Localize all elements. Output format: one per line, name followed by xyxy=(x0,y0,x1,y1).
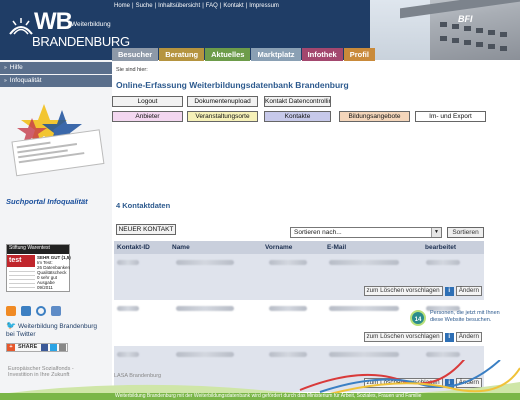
redacted-cell xyxy=(426,352,460,357)
contact-count: 4 Kontaktdaten xyxy=(116,201,171,210)
logo-wb: WB xyxy=(34,8,73,35)
logo-subtitle: Weiterbildung xyxy=(71,21,111,28)
logout-button[interactable]: Logout xyxy=(112,96,183,107)
page-title: Online-Erfassung Weiterbildungsdatenbank… xyxy=(116,80,349,90)
top-link-separator: | xyxy=(154,3,157,9)
logo-brand: BRANDENBURG xyxy=(32,34,130,49)
redacted-cell xyxy=(329,352,399,357)
rss-icon[interactable] xyxy=(6,306,16,316)
visitor-count-badge: 14 xyxy=(410,310,426,326)
sidebar-item-label: Infoqualität xyxy=(9,77,42,84)
twitter-icon[interactable] xyxy=(50,344,58,351)
top-link-5[interactable]: Impressum xyxy=(249,3,279,9)
redacted-cell xyxy=(426,260,460,265)
section-button-3[interactable]: Bildungsangebote xyxy=(339,111,410,122)
arrow-icon: » xyxy=(4,78,7,84)
redacted-cell xyxy=(176,260,234,265)
esf-label: Europäischer Sozialfonds - Investition i… xyxy=(8,366,74,378)
stiftung-header: Stiftung Warentest xyxy=(7,245,69,254)
top-link-1[interactable]: Suche xyxy=(136,3,153,9)
search-icon[interactable] xyxy=(36,306,46,316)
redacted-cell xyxy=(329,306,399,311)
top-link-0[interactable]: Home xyxy=(114,3,130,9)
redacted-cell xyxy=(329,260,399,265)
share-plus-icon: + xyxy=(7,344,15,351)
top-link-separator: | xyxy=(132,3,134,9)
col-header-id[interactable]: Kontakt-ID xyxy=(114,241,172,254)
accessibility-icon[interactable] xyxy=(21,306,31,316)
col-header-edited[interactable]: bearbeitet xyxy=(425,241,483,254)
site-logo[interactable]: WB Weiterbildung BRANDENBURG xyxy=(6,6,130,52)
sidebar-item-1[interactable]: » Infoqualität xyxy=(0,75,112,87)
lasa-label: LASA Brandenburg xyxy=(114,373,162,379)
top-link-2[interactable]: Inhaltsübersicht xyxy=(158,3,200,9)
edit-button[interactable]: Ändern xyxy=(455,332,482,342)
twitter-bird-icon: 🐦 xyxy=(6,321,16,330)
footer-strip: Weiterbildung Brandenburg mit der Weiter… xyxy=(0,393,520,400)
sidebar-item-label: Hilfe xyxy=(9,64,23,71)
top-link-separator: | xyxy=(245,3,248,9)
building-sign: BFI xyxy=(458,14,473,24)
new-contact-button[interactable]: NEUER KONTAKT xyxy=(116,224,176,235)
email-icon[interactable] xyxy=(59,344,67,351)
suggest-delete-button[interactable]: zum Löschen vorschlagen xyxy=(363,286,443,296)
facebook-icon[interactable] xyxy=(41,344,49,351)
redacted-cell xyxy=(117,306,139,311)
sort-select[interactable]: Sortieren nach... ▼ xyxy=(290,227,442,238)
contact-datacontrolling-button[interactable]: Kontakt Datencontrolling xyxy=(264,96,331,107)
share-label: SHARE xyxy=(18,344,38,350)
section-button-0[interactable]: Anbieter xyxy=(112,111,183,122)
top-link-separator: | xyxy=(202,3,204,9)
infoquality-logo[interactable] xyxy=(4,98,108,206)
suggest-delete-button[interactable]: zum Löschen vorschlagen xyxy=(363,332,443,342)
visitor-text: Personen, die jetzt mit Ihnen diese Webs… xyxy=(430,310,500,323)
sidebar: » Hilfe» Infoqualität Suchportal Infoquali… xyxy=(0,60,112,400)
share-button[interactable]: + SHARE xyxy=(6,343,69,352)
top-link-4[interactable]: Kontakt xyxy=(223,3,243,9)
section-button-1[interactable]: Veranstaltungsorte xyxy=(187,111,258,122)
section-button-2[interactable]: Kontakte xyxy=(264,111,331,122)
stiftung-rating: SEHR GUT (1,5) Im Test: 26 Datenbanken Q… xyxy=(37,255,71,290)
header-building-photo: BFI xyxy=(370,0,520,60)
top-links: Home | Suche | Inhaltsübersicht | FAQ | Kontakt |… xyxy=(114,3,279,9)
top-link-separator: | xyxy=(219,3,222,9)
table-header: Kontakt-ID Name Vorname E-Mail bearbeite… xyxy=(114,241,484,254)
col-header-firstname[interactable]: Vorname xyxy=(265,241,327,254)
footer: Europäischer Sozialfonds - Investition i… xyxy=(0,360,520,400)
row-actions: zum Löschen vorschlagen i Ändern xyxy=(363,332,482,342)
twitter-link[interactable]: 🐦 Weiterbildung Brandenburg bei Twitter xyxy=(6,322,106,339)
logo-sunrise-icon xyxy=(9,18,33,35)
redacted-cell xyxy=(269,352,307,357)
redacted-cell xyxy=(176,306,234,311)
col-header-name[interactable]: Name xyxy=(172,241,265,254)
chevron-down-icon: ▼ xyxy=(431,228,441,237)
redacted-cell xyxy=(117,352,139,357)
stiftung-warentest-badge[interactable]: Stiftung Warentest test SEHR GUT (1,5) I… xyxy=(6,244,71,292)
sort-button[interactable]: Sortieren xyxy=(447,227,484,238)
redacted-cell xyxy=(269,260,307,265)
redacted-cell xyxy=(269,306,307,311)
edit-button[interactable]: Ändern xyxy=(455,286,482,296)
document-upload-button[interactable]: Dokumentenupload xyxy=(187,96,258,107)
arrow-icon: » xyxy=(4,65,7,71)
table-row: zum Löschen vorschlagen i Ändern xyxy=(114,254,484,300)
social-icons xyxy=(6,306,61,316)
visitor-counter: 14 Personen, die jetzt mit Ihnen diese W… xyxy=(410,310,510,326)
info-icon[interactable]: i xyxy=(444,332,454,342)
row-actions: zum Löschen vorschlagen i Ändern xyxy=(363,286,482,296)
breadcrumb: Sie sind hier: xyxy=(116,67,148,73)
phone-icon[interactable] xyxy=(51,306,61,316)
info-icon[interactable]: i xyxy=(444,286,454,296)
top-link-3[interactable]: FAQ xyxy=(206,3,218,9)
infoquality-title[interactable]: Suchportal Infoqualität xyxy=(6,197,88,206)
redacted-cell xyxy=(117,260,139,265)
sort-select-value: Sortieren nach... xyxy=(294,229,342,236)
section-button-4[interactable]: Im- und Export xyxy=(415,111,486,122)
col-header-email[interactable]: E-Mail xyxy=(327,241,425,254)
stiftung-test-logo: test xyxy=(7,255,35,267)
sidebar-item-0[interactable]: » Hilfe xyxy=(0,62,112,74)
redacted-cell xyxy=(176,352,234,357)
